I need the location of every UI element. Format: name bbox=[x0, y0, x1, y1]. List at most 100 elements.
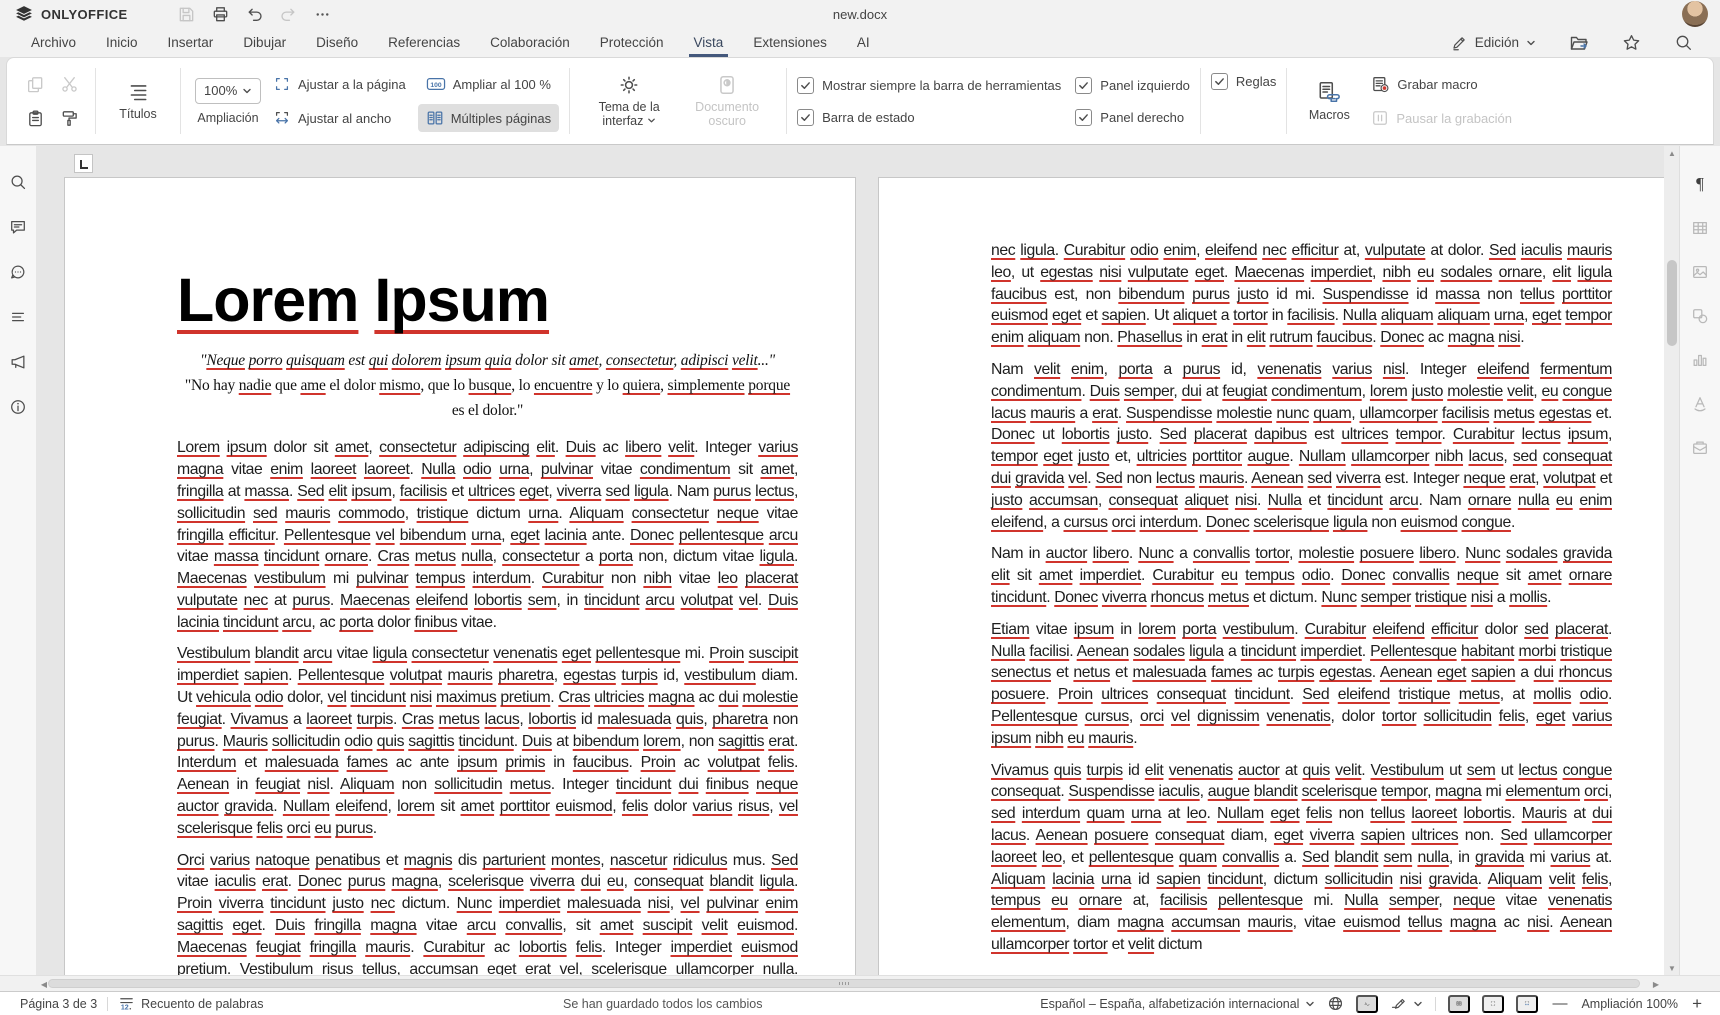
zoom-in-button[interactable]: + bbox=[1690, 995, 1704, 1012]
fit-page-status-button[interactable] bbox=[1482, 995, 1504, 1013]
more-actions-button[interactable] bbox=[308, 2, 338, 26]
copy-icon bbox=[26, 75, 45, 94]
page-body-text[interactable]: nec ligula. Curabitur odio enim, eleifen… bbox=[991, 240, 1612, 956]
document-page-2[interactable]: Lorem Ipsum "Neque porro quisquam est qu… bbox=[64, 177, 856, 975]
horizontal-scroll-thumb[interactable] bbox=[48, 979, 1640, 988]
fit-width-button[interactable]: Ajustar al ancho bbox=[265, 104, 414, 132]
interface-theme-sun-icon bbox=[618, 74, 640, 96]
tab-ai[interactable]: AI bbox=[842, 28, 885, 57]
document-page-3[interactable]: nec ligula. Curabitur odio enim, eleifen… bbox=[878, 177, 1664, 975]
copy-button[interactable] bbox=[19, 68, 51, 100]
search-button[interactable] bbox=[1668, 31, 1698, 55]
tab-vista[interactable]: Vista bbox=[679, 28, 739, 57]
tab-referencias[interactable]: Referencias bbox=[373, 28, 475, 57]
zoom-100-icon: 100 bbox=[426, 75, 446, 93]
paragraph[interactable]: Nam velit enim, porta a purus id, venena… bbox=[991, 359, 1612, 533]
paste-icon bbox=[26, 109, 45, 128]
pause-recording-button[interactable]: Pausar la grabación bbox=[1363, 104, 1520, 132]
paragraph[interactable]: Vivamus quis turpis id elit venenatis au… bbox=[991, 760, 1612, 956]
document-canvas[interactable]: Lorem Ipsum "Neque porro quisquam est qu… bbox=[36, 146, 1664, 975]
print-button[interactable] bbox=[206, 2, 236, 26]
shape-settings-button[interactable] bbox=[1686, 302, 1714, 330]
format-painter-button[interactable] bbox=[53, 102, 85, 134]
mailmerge-button[interactable] bbox=[1686, 434, 1714, 462]
fit-page-button[interactable]: Ajustar a la página bbox=[265, 70, 414, 98]
page-body-text[interactable]: Lorem ipsum dolor sit amet, consectetur … bbox=[177, 437, 798, 975]
fit-page-label: Ajustar a la página bbox=[298, 77, 406, 92]
paste-button[interactable] bbox=[19, 102, 51, 134]
sidebar-headings-button[interactable] bbox=[4, 303, 32, 331]
tab-diseno[interactable]: Diseño bbox=[301, 28, 373, 57]
zoom-select[interactable]: 100% bbox=[195, 78, 261, 104]
scroll-right-arrow[interactable]: ▶ bbox=[1648, 976, 1664, 992]
tab-inicio[interactable]: Inicio bbox=[91, 28, 153, 57]
horizontal-scrollbar[interactable]: ◀ ▶ bbox=[0, 975, 1720, 991]
zoom-out-button[interactable]: — bbox=[1550, 996, 1569, 1011]
tab-extensiones[interactable]: Extensiones bbox=[738, 28, 842, 57]
zoom-100-button[interactable]: 100 Ampliar al 100 % bbox=[418, 70, 559, 98]
checkbox-rulers[interactable]: Reglas bbox=[1211, 68, 1276, 94]
paragraph[interactable]: Nam in auctor libero. Nunc a convallis t… bbox=[991, 543, 1612, 608]
table-settings-button[interactable] bbox=[1686, 214, 1714, 242]
multiple-pages-view-button[interactable] bbox=[1448, 995, 1470, 1013]
tab-stop-selector[interactable] bbox=[74, 154, 93, 173]
sidebar-search-button[interactable] bbox=[4, 168, 32, 196]
checkbox-right-panel[interactable]: Panel derecho bbox=[1075, 104, 1190, 130]
sidebar-about-button[interactable] bbox=[4, 393, 32, 421]
edit-mode-button[interactable]: Edición bbox=[1445, 33, 1542, 52]
document-quote-latin[interactable]: "Neque porro quisquam est qui dolorem ip… bbox=[177, 348, 798, 373]
sidebar-feedback-button[interactable] bbox=[4, 348, 32, 376]
checkbox-status-bar[interactable]: Barra de estado bbox=[797, 104, 1061, 130]
onlyoffice-document-editor: ONLYOFFICE bbox=[0, 0, 1720, 1015]
paragraph[interactable]: Orci varius natoque penatibus et magnis … bbox=[177, 850, 798, 975]
paragraph[interactable]: Vestibulum blandit arcu vitae ligula con… bbox=[177, 643, 798, 839]
scroll-down-arrow[interactable]: ▼ bbox=[1664, 961, 1680, 975]
cut-button[interactable] bbox=[53, 68, 85, 100]
image-settings-button[interactable] bbox=[1686, 258, 1714, 286]
user-avatar[interactable] bbox=[1682, 1, 1708, 27]
menu-bar: Archivo Inicio Insertar Dibujar Diseño R… bbox=[0, 28, 1720, 57]
save-button[interactable] bbox=[172, 2, 202, 26]
open-file-location-button[interactable] bbox=[1564, 31, 1594, 55]
checkbox-show-toolbar[interactable]: Mostrar siempre la barra de herramientas bbox=[797, 72, 1061, 98]
tab-insertar[interactable]: Insertar bbox=[153, 28, 229, 57]
record-macro-button[interactable]: Grabar macro bbox=[1363, 70, 1520, 98]
edit-mode-label: Edición bbox=[1475, 35, 1519, 50]
undo-button[interactable] bbox=[240, 2, 270, 26]
vertical-scroll-thumb[interactable] bbox=[1667, 260, 1677, 346]
paragraph-settings-button[interactable]: ¶ bbox=[1686, 170, 1714, 198]
dark-document-button[interactable]: Documento oscuro bbox=[678, 69, 776, 134]
vertical-scrollbar[interactable]: ▲ ▼ bbox=[1664, 146, 1680, 975]
tab-archivo[interactable]: Archivo bbox=[16, 28, 91, 57]
checkbox-left-panel[interactable]: Panel izquierdo bbox=[1075, 72, 1190, 98]
edit-mode-pencil-icon bbox=[1451, 34, 1468, 51]
shape-settings-icon bbox=[1691, 307, 1709, 325]
redo-button[interactable] bbox=[274, 2, 304, 26]
textart-settings-button[interactable] bbox=[1686, 390, 1714, 418]
paragraph[interactable]: Etiam vitae ipsum in lorem porta vestibu… bbox=[991, 619, 1612, 750]
page-indicator[interactable]: Página 3 de 3 bbox=[20, 997, 97, 1011]
paragraph[interactable]: Lorem ipsum dolor sit amet, consectetur … bbox=[177, 437, 798, 633]
fit-width-status-button[interactable] bbox=[1516, 995, 1538, 1013]
favorite-button[interactable] bbox=[1616, 31, 1646, 55]
interface-theme-button[interactable]: Tema de la interfaz bbox=[580, 69, 678, 134]
tab-colaboracion[interactable]: Colaboración bbox=[475, 28, 585, 57]
scroll-up-arrow[interactable]: ▲ bbox=[1664, 146, 1680, 160]
tab-dibujar[interactable]: Dibujar bbox=[228, 28, 301, 57]
sidebar-comments-button[interactable] bbox=[4, 213, 32, 241]
macros-button[interactable]: Macros bbox=[1297, 75, 1361, 127]
document-quote-spanish[interactable]: "No hay nadie que ame el dolor mismo, qu… bbox=[177, 373, 798, 423]
headings-button[interactable]: Títulos bbox=[106, 76, 170, 126]
spellcheck-toggle[interactable]: A bbox=[1356, 995, 1378, 1013]
tab-proteccion[interactable]: Protección bbox=[585, 28, 679, 57]
comments-icon bbox=[9, 218, 27, 236]
multiple-pages-button[interactable]: Múltiples páginas bbox=[418, 104, 559, 132]
keyboard-globe-button[interactable] bbox=[1327, 995, 1344, 1012]
paragraph[interactable]: nec ligula. Curabitur odio enim, eleifen… bbox=[991, 240, 1612, 349]
sidebar-chat-button[interactable] bbox=[4, 258, 32, 286]
language-select[interactable]: Español – España, alfabetización interna… bbox=[1040, 997, 1315, 1011]
track-changes-button[interactable] bbox=[1390, 995, 1423, 1012]
chart-settings-button[interactable] bbox=[1686, 346, 1714, 374]
word-count-button[interactable]: 12 Recuento de palabras bbox=[118, 995, 263, 1012]
document-heading[interactable]: Lorem Ipsum bbox=[177, 266, 798, 334]
